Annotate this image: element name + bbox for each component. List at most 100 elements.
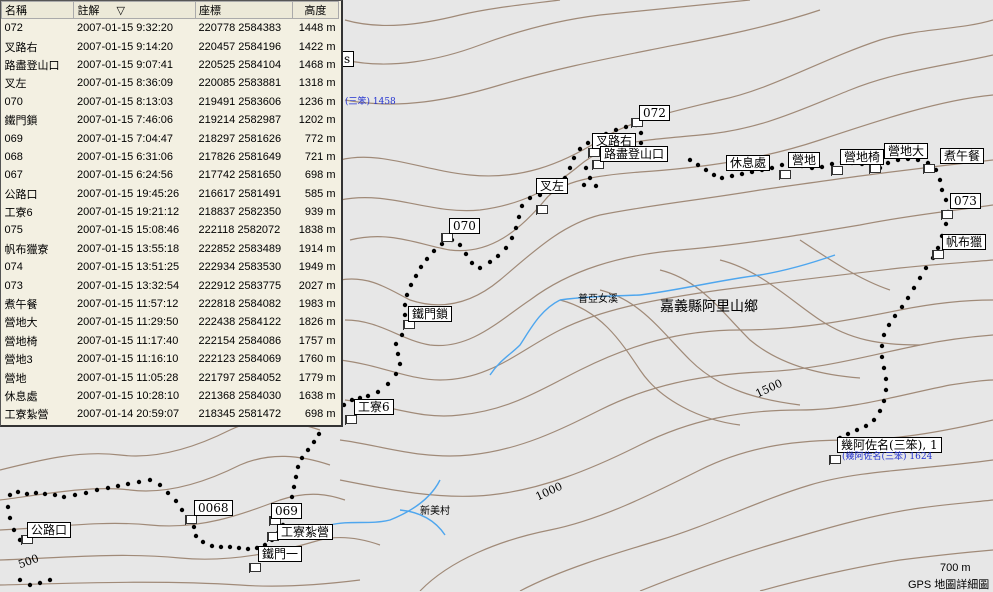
table-row[interactable]: 叉路右 2007-01-15 9:14:20 220457 2584196 1422 …: [2, 37, 339, 55]
cell-note: 2007-01-15 11:16:10: [76, 353, 179, 366]
cell-coord: 219214 2582987: [198, 114, 282, 127]
cell-coord: 222438 2584122: [198, 316, 282, 329]
cell-name: 鐵門鎖: [4, 115, 38, 128]
cell-coord: 217742 2581650: [198, 169, 282, 182]
cell-name: 營地3: [4, 354, 33, 367]
waypoint-label-gonglukou[interactable]: 公路口: [27, 522, 72, 538]
table-row[interactable]: 煮午餐 2007-01-15 11:57:12 222818 2584082 1983…: [2, 295, 339, 313]
cell-note: 2007-01-15 15:08:46: [76, 224, 180, 237]
waypoint-label-yingdi-da[interactable]: 營地大: [884, 143, 929, 159]
waypoint-label-yingdi[interactable]: 營地: [788, 152, 821, 168]
cell-name: 072: [4, 22, 23, 35]
copyright-label: GPS 地圖詳細圖: [908, 579, 990, 591]
cell-name: 營地椅: [4, 335, 38, 348]
waypoint-label-tiemen-suo[interactable]: 鐵門鎖: [408, 306, 453, 322]
cell-coord: 218197 2581324: [196, 424, 293, 425]
cell-coord: 220457 2584196: [198, 40, 282, 53]
cell-coord: 220525 2584104: [198, 58, 282, 71]
table-row[interactable]: 鐵門一2007-01-14 20:20:11218197 2581324722 …: [2, 424, 339, 425]
cell-alt: 1983 m: [298, 298, 336, 311]
cell-coord: 220778 2584383: [198, 22, 282, 35]
table-row[interactable]: 工寮6 2007-01-15 19:21:12 218837 2582350 939 …: [2, 203, 339, 221]
cell-alt: 939 m: [304, 206, 336, 219]
cell-note: 2007-01-15 9:32:20: [76, 22, 174, 35]
cell-coord: 218345 2581472: [198, 408, 282, 421]
table-row[interactable]: 075 2007-01-15 15:08:46 222118 2582072 1838…: [2, 221, 339, 239]
waypoint-label-xiuxi[interactable]: 休息處: [726, 155, 771, 171]
table-row[interactable]: 營地大 2007-01-15 11:29:50 222438 2584122 1826…: [2, 313, 339, 331]
waypoint-label-cha-zuo[interactable]: 叉左: [536, 178, 569, 194]
cell-note: 2007-01-15 11:05:28: [76, 371, 179, 384]
cell-name: 營地大: [4, 317, 38, 330]
table-row[interactable]: 067 2007-01-15 6:24:56 217742 2581650 698 m: [2, 166, 339, 184]
waypoint-label-072[interactable]: 072: [639, 105, 670, 121]
cell-note: 2007-01-15 6:31:06: [76, 150, 174, 163]
peak-label: (三笨) 1458: [345, 97, 396, 107]
waypoint-flag-icon: [249, 563, 261, 573]
cell-name: 068: [4, 150, 23, 163]
table-row[interactable]: 鐵門鎖 2007-01-15 7:46:06 219214 2582987 1202 …: [2, 111, 339, 129]
stream-label: 普亞女溪: [578, 294, 618, 305]
cell-note: 2007-01-15 7:04:47: [76, 132, 174, 145]
table-row[interactable]: 074 2007-01-15 13:51:25 222934 2583530 1949…: [2, 258, 339, 276]
waypoint-label-070[interactable]: 070: [449, 218, 480, 234]
waypoint-label-069[interactable]: 069: [271, 503, 302, 519]
table-row[interactable]: 068 2007-01-15 6:31:06 217826 2581649 721 m: [2, 148, 339, 166]
waypoint-label-yingdi-yi[interactable]: 營地椅: [840, 149, 885, 165]
table-row[interactable]: 休息處 2007-01-15 10:28:10 221368 2584030 1638…: [2, 387, 339, 405]
waypoint-label-gongliao6[interactable]: 工寮6: [354, 399, 394, 415]
table-row[interactable]: 072 2007-01-15 9:32:20 220778 2584383 1448 …: [2, 19, 339, 38]
waypoint-flag-icon: [441, 233, 453, 243]
table-row[interactable]: 工寮紮營 2007-01-14 20:59:07 218345 2581472 698…: [2, 405, 339, 423]
column-header-coord[interactable]: 座標: [195, 1, 293, 19]
table-row[interactable]: 069 2007-01-15 7:04:47 218297 2581626 772 m: [2, 129, 339, 147]
cell-alt: 1838 m: [298, 224, 336, 237]
table-row[interactable]: 叉左 2007-01-15 8:36:09 220085 2583881 1318 m: [2, 74, 339, 92]
sort-arrow-icon: ▽: [116, 5, 126, 17]
cell-note: 2007-01-15 10:28:10: [76, 390, 180, 402]
cell-alt: 1779 m: [298, 371, 336, 384]
cell-coord: 222934 2583530: [198, 261, 282, 274]
cell-name: 070: [4, 95, 23, 108]
table-row[interactable]: 帆布獵寮 2007-01-15 13:55:18 222852 2583489 191…: [2, 240, 339, 258]
cell-coord: 216617 2581491: [198, 187, 282, 200]
waypoint-label-lujin[interactable]: 路盡登山口: [600, 146, 669, 162]
waypoint-label-fanbu[interactable]: 帆布獵: [942, 234, 987, 250]
table-row[interactable]: 營地3 2007-01-15 11:16:10 222123 2584069 1760…: [2, 350, 339, 368]
cell-name: 067: [4, 169, 23, 182]
cell-note: 2007-01-15 13:32:54: [76, 279, 180, 292]
waypoint-label-073[interactable]: 073: [950, 193, 981, 209]
table-row[interactable]: 路盡登山口 2007-01-15 9:07:41 220525 2584104 146…: [2, 56, 339, 74]
waypoint-label-zhuwucan[interactable]: 煮午餐: [940, 148, 985, 164]
waypoint-flag-icon: [923, 164, 935, 174]
table-row[interactable]: 073 2007-01-15 13:32:54 222912 2583775 2027…: [2, 276, 339, 294]
cell-alt: 698 m: [304, 169, 336, 182]
cell-name: 074: [4, 261, 23, 274]
cell-alt: 722 m: [292, 424, 338, 425]
cell-coord: 222123 2584069: [198, 353, 282, 366]
cell-alt: 1757 m: [298, 334, 336, 347]
column-header-note[interactable]: 註解 ▽: [73, 1, 197, 19]
cell-alt: 1826 m: [298, 316, 336, 329]
table-row[interactable]: 營地 2007-01-15 11:05:28 221797 2584052 1779 …: [2, 368, 339, 386]
cell-name: 069: [4, 132, 23, 145]
cell-note: 2007-01-15 6:24:56: [76, 169, 174, 182]
cell-alt: 2027 m: [298, 279, 336, 292]
table-row[interactable]: 營地椅 2007-01-15 11:17:40 222154 2584086 1757…: [2, 332, 339, 350]
cell-note: 2007-01-15 19:45:26: [76, 187, 180, 200]
waypoint-label-068[interactable]: 0068: [194, 500, 233, 516]
table-row[interactable]: 070 2007-01-15 8:13:03 219491 2583606 1236 …: [2, 93, 339, 111]
cell-alt: 585 m: [304, 187, 336, 200]
table-row[interactable]: 公路口 2007-01-15 19:45:26 216617 2581491 585 …: [2, 185, 339, 203]
cell-alt: 1760 m: [298, 353, 336, 366]
jiai-elevation-label: (幾阿佐名(三笨) 1624: [842, 452, 933, 462]
column-header-name[interactable]: 名稱: [1, 1, 75, 19]
cell-alt: 1202 m: [298, 114, 336, 127]
waypoint-label-gongliao-zy[interactable]: 工寮紮營: [277, 524, 334, 540]
waypoint-flag-icon: [536, 205, 548, 215]
waypoint-label-tiemen1[interactable]: 鐵門一: [258, 546, 303, 562]
column-header-alt[interactable]: 高度: [291, 1, 340, 19]
cell-alt: 1422 m: [298, 40, 336, 53]
cell-alt: 1914 m: [298, 242, 336, 255]
cell-coord: 222818 2584082: [198, 298, 282, 311]
